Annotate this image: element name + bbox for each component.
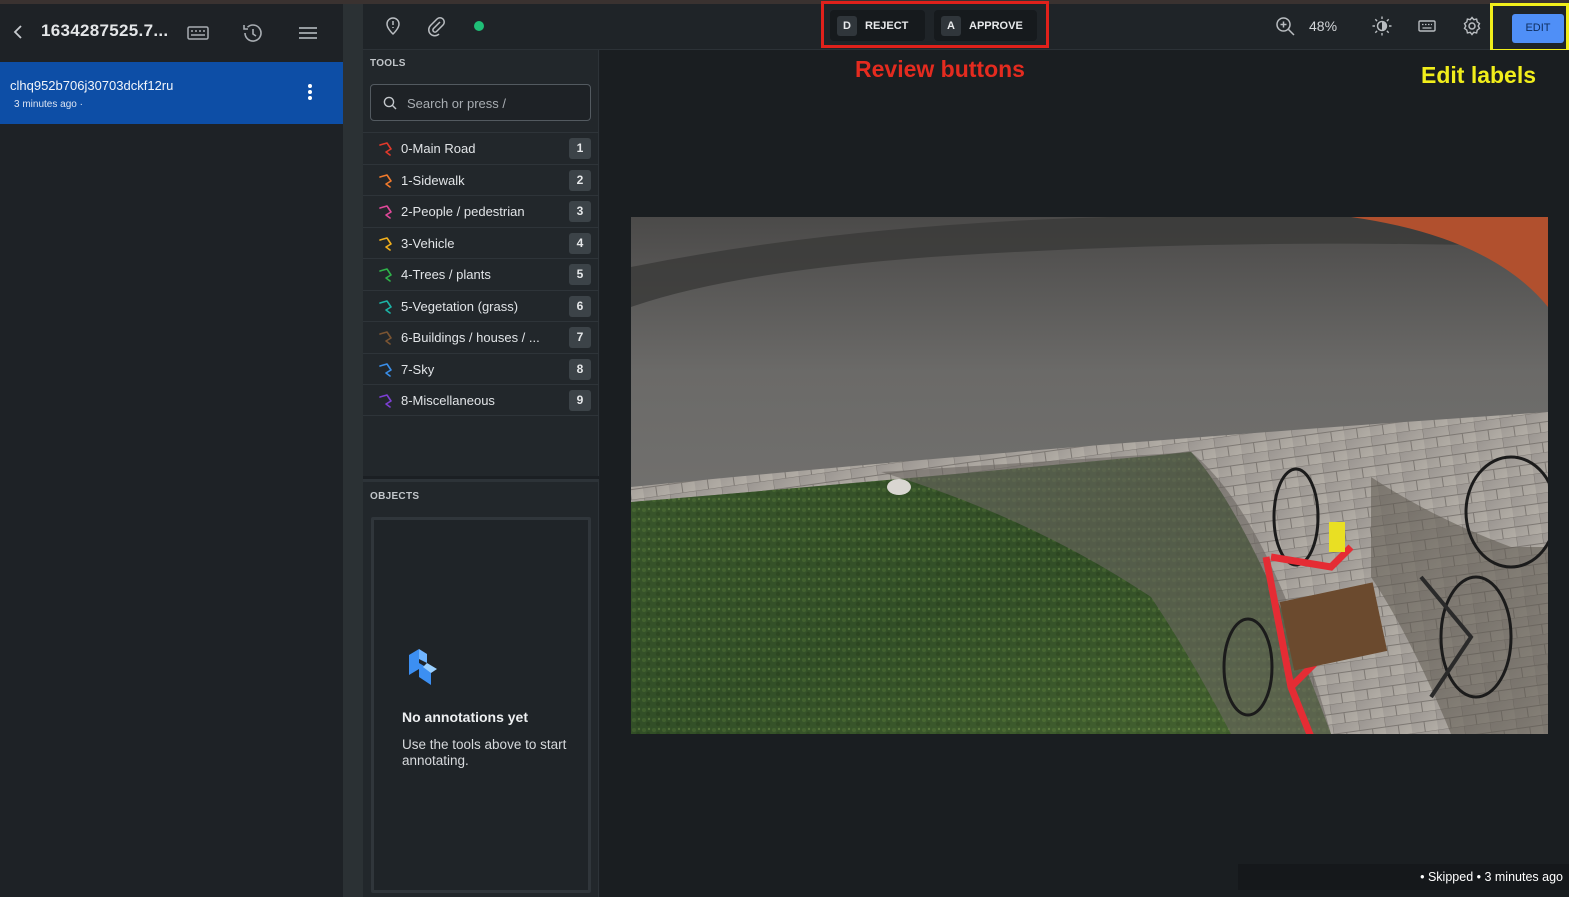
- tool-search-box[interactable]: [370, 84, 591, 121]
- tool-shortcut-key: 3: [569, 201, 591, 222]
- annotation-review-buttons: Review buttons: [855, 56, 1025, 82]
- task-time: 3 minutes ago ·: [14, 99, 83, 110]
- tool-item[interactable]: 7-Sky 8: [363, 352, 599, 385]
- empty-state-title: No annotations yet: [402, 709, 529, 725]
- chevron-left-icon[interactable]: [12, 22, 32, 44]
- tool-item[interactable]: 6-Buildings / houses / ... 7: [363, 321, 599, 353]
- polygon-tool-icon: [379, 173, 392, 188]
- tool-shortcut-key: 7: [569, 327, 591, 348]
- settings-icon[interactable]: [1461, 15, 1483, 37]
- tool-item[interactable]: 2-People / pedestrian 3: [363, 195, 599, 227]
- file-title: 1634287525.7...: [41, 21, 169, 40]
- polygon-tool-icon: [379, 299, 392, 314]
- tool-item[interactable]: 3-Vehicle 4: [363, 226, 599, 259]
- approve-shortcut-key: A: [941, 15, 961, 36]
- attachment-icon[interactable]: [425, 15, 447, 37]
- polygon-tool-icon: [379, 394, 392, 408]
- zoom-level[interactable]: 48%: [1309, 18, 1337, 34]
- tool-name: 0-Main Road: [401, 141, 476, 156]
- brightness-icon[interactable]: [1371, 15, 1393, 37]
- tool-list: 0-Main Road 1 1-Sidewalk 2 2-People / pedest…: [363, 132, 599, 416]
- top-toolbar: D REJECT A APPROVE 48% EDIT: [363, 1, 1569, 52]
- edit-button[interactable]: EDIT: [1512, 14, 1564, 43]
- task-list-item[interactable]: clhq952b706j30703dckf12ru 3 minutes ago …: [0, 62, 343, 124]
- polygon-tool-icon: [379, 205, 392, 219]
- polygon-tool-icon: [379, 142, 392, 156]
- polygon-tool-icon: [379, 236, 392, 251]
- tool-search-input[interactable]: [407, 93, 582, 113]
- reject-label: REJECT: [865, 19, 909, 32]
- tool-item[interactable]: 0-Main Road 1: [363, 132, 599, 164]
- tool-shortcut-key: 2: [569, 169, 591, 191]
- objects-empty-state: No annotations yet Use the tools above t…: [371, 517, 591, 893]
- objects-panel: OBJECTS No annotations yet Use the tools…: [363, 479, 599, 897]
- tool-shortcut-key: 8: [569, 358, 591, 380]
- empty-state-text: Use the tools above to start annotating.: [402, 737, 567, 768]
- tool-shortcut-key: 1: [569, 138, 591, 159]
- approve-button[interactable]: A APPROVE: [934, 10, 1037, 41]
- annotation-edit-labels: Edit labels: [1421, 62, 1537, 88]
- edit-labels-highlight: EDIT: [1490, 3, 1569, 52]
- sidebar-header: 1634287525.7...: [0, 4, 343, 62]
- image-canvas[interactable]: [600, 50, 1569, 897]
- status-indicator: [474, 21, 484, 31]
- tool-shortcut-key: 4: [569, 232, 591, 254]
- task-id: clhq952b706j30703dckf12ru: [10, 78, 174, 93]
- tool-item[interactable]: 1-Sidewalk 2: [363, 163, 599, 196]
- approve-label: APPROVE: [969, 19, 1023, 32]
- tool-item[interactable]: 8-Miscellaneous 9: [363, 384, 599, 416]
- panel-divider[interactable]: [343, 4, 363, 897]
- more-options-icon[interactable]: [302, 82, 318, 104]
- status-bar: • Skipped • 3 minutes ago: [1238, 864, 1569, 890]
- tool-shortcut-key: 5: [569, 264, 591, 285]
- tool-name: 6-Buildings / houses / ...: [401, 330, 540, 345]
- reject-button[interactable]: D REJECT: [830, 10, 925, 41]
- keyboard-icon[interactable]: [1416, 15, 1438, 37]
- tool-name: 3-Vehicle: [401, 235, 455, 251]
- tools-panel: TOOLS 0-Main Road 1 1-Sidewalk 2 2-People / …: [363, 50, 599, 476]
- tool-name: 7-Sky: [401, 361, 435, 377]
- tool-item[interactable]: 4-Trees / plants 5: [363, 258, 599, 290]
- review-buttons-highlight: D REJECT A APPROVE: [821, 1, 1049, 48]
- zoom-in-icon[interactable]: [1274, 15, 1296, 37]
- left-sidebar: 1634287525.7... clhq952b706j30703dckf12r…: [0, 4, 343, 897]
- tool-name: 8-Miscellaneous: [401, 393, 495, 408]
- tool-shortcut-key: 9: [569, 390, 591, 411]
- polygon-tool-icon: [379, 331, 392, 345]
- tools-heading: TOOLS: [370, 58, 406, 69]
- menu-icon[interactable]: [295, 20, 321, 46]
- tool-name: 2-People / pedestrian: [401, 204, 525, 219]
- keyboard-icon[interactable]: [185, 20, 211, 46]
- status-text: • Skipped • 3 minutes ago: [1420, 870, 1563, 884]
- reject-shortcut-key: D: [837, 15, 857, 36]
- polygon-tool-icon: [379, 362, 392, 377]
- tool-name: 5-Vegetation (grass): [401, 298, 519, 314]
- search-icon: [383, 96, 397, 110]
- polygon-tool-icon: [379, 268, 392, 282]
- tool-item[interactable]: 5-Vegetation (grass) 6: [363, 289, 599, 322]
- street-photo[interactable]: [631, 217, 1548, 734]
- app-logo-icon: [409, 649, 437, 685]
- tool-name: 4-Trees / plants: [401, 267, 491, 282]
- tool-shortcut-key: 6: [569, 295, 591, 317]
- history-icon[interactable]: [240, 20, 266, 46]
- objects-heading: OBJECTS: [370, 491, 420, 502]
- issue-pin-icon[interactable]: [382, 15, 404, 37]
- tool-name: 1-Sidewalk: [401, 172, 465, 188]
